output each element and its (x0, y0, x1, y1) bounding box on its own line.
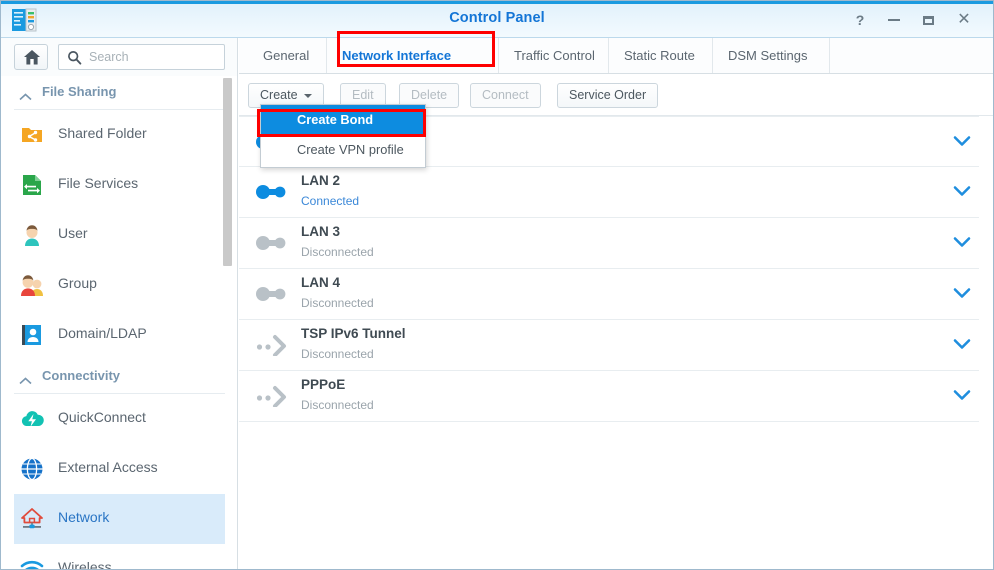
table-row[interactable]: PPPoE Disconnected (239, 371, 979, 422)
tab-network-interface[interactable]: Network Interface (326, 38, 466, 73)
user-icon (19, 222, 45, 248)
sidebar-section-label: Connectivity (42, 368, 121, 383)
search-input[interactable] (87, 45, 217, 69)
connect-button[interactable]: Connect (470, 83, 541, 108)
home-button[interactable] (14, 44, 48, 70)
chevron-up-icon (19, 372, 32, 385)
lan-disconnected-icon (255, 283, 293, 305)
file-services-icon (19, 172, 45, 198)
tab-dsm-settings[interactable]: DSM Settings (712, 38, 822, 73)
quickconnect-icon (19, 406, 45, 432)
create-button-label: Create (260, 88, 298, 102)
tab-traffic-control[interactable]: Traffic Control (498, 38, 610, 73)
domain-ldap-icon (19, 322, 45, 348)
chevron-down-icon[interactable] (953, 337, 971, 349)
search-icon (67, 50, 82, 65)
table-row[interactable]: LAN 2 Connected (239, 167, 979, 218)
close-button[interactable]: ✕ (953, 10, 975, 30)
tab-divider (829, 38, 830, 73)
chevron-down-icon[interactable] (953, 134, 971, 146)
network-icon (19, 506, 45, 532)
title-bar-accent (1, 1, 993, 4)
lan-connected-icon (255, 181, 293, 203)
sidebar-scroll-area: File Sharing Shared Folder File Services… (1, 76, 237, 569)
sidebar-item-user[interactable]: User (14, 210, 225, 260)
sidebar-item-group[interactable]: Group (14, 260, 225, 310)
sidebar-section-label: File Sharing (42, 84, 117, 99)
tab-static-route[interactable]: Static Route (608, 38, 710, 73)
sidebar-item-external-access[interactable]: External Access (14, 444, 225, 494)
sidebar: File Sharing Shared Folder (1, 38, 238, 569)
chevron-down-icon (303, 93, 312, 98)
interface-status: Disconnected (301, 347, 374, 361)
sidebar-search-bar (1, 38, 237, 76)
pppoe-icon (255, 385, 293, 408)
sidebar-item-label: External Access (58, 459, 158, 475)
sidebar-section-connectivity[interactable]: Connectivity (14, 360, 225, 394)
chevron-down-icon[interactable] (953, 184, 971, 196)
sidebar-item-shared-folder[interactable]: Shared Folder (14, 110, 225, 160)
group-icon (19, 272, 45, 298)
tab-bar: General Network Interface Traffic Contro… (239, 38, 993, 82)
create-dropdown-menu: Create Bond Create VPN profile (260, 104, 426, 168)
sidebar-item-label: Domain/LDAP (58, 325, 147, 341)
tab-general[interactable]: General (248, 38, 324, 73)
table-row[interactable]: TSP IPv6 Tunnel Disconnected (239, 320, 979, 371)
menu-item-create-bond[interactable]: Create Bond (261, 105, 425, 135)
external-access-icon (19, 456, 45, 482)
wireless-icon (19, 556, 45, 569)
chevron-down-icon[interactable] (953, 235, 971, 247)
sidebar-item-wireless[interactable]: Wireless (14, 544, 225, 569)
interface-name: LAN 2 (301, 173, 341, 188)
control-panel-window: Control Panel ? ✕ Search File Sharing Sh… (0, 0, 994, 570)
sidebar-item-label: Network (58, 509, 110, 525)
interface-status: Disconnected (301, 245, 374, 259)
sidebar-scrollbar-thumb[interactable] (223, 78, 232, 266)
sidebar-item-label: Group (58, 275, 97, 291)
help-button[interactable]: ? (849, 10, 871, 30)
service-order-button[interactable]: Service Order (557, 83, 659, 108)
tunnel-icon (255, 334, 293, 357)
sidebar-item-label: File Services (58, 175, 139, 191)
search-box[interactable] (58, 44, 225, 70)
chevron-up-icon (19, 88, 32, 101)
sidebar-item-label: Wireless (58, 559, 112, 569)
sidebar-item-quickconnect[interactable]: QuickConnect (14, 394, 225, 444)
sidebar-item-label: User (58, 225, 88, 241)
sidebar-item-domain-ldap[interactable]: Domain/LDAP (14, 310, 225, 360)
minimize-button[interactable] (883, 10, 905, 30)
interface-name: LAN 3 (301, 224, 341, 239)
sidebar-item-file-services[interactable]: File Services (14, 160, 225, 210)
maximize-button[interactable] (917, 10, 939, 30)
menu-item-create-vpn-profile[interactable]: Create VPN profile (261, 135, 425, 165)
lan-disconnected-icon (255, 232, 293, 254)
sidebar-item-label: Shared Folder (58, 125, 147, 141)
interface-name: PPPoE (301, 377, 346, 392)
shared-folder-icon (19, 122, 45, 148)
interface-name: TSP IPv6 Tunnel (301, 326, 406, 341)
window-title: Control Panel (449, 10, 545, 26)
interface-status: Disconnected (301, 398, 374, 412)
title-bar: Control Panel ? ✕ (1, 1, 993, 38)
network-interface-list: LAN 1 Connected LAN 2 (239, 116, 993, 569)
interface-status: Disconnected (301, 296, 374, 310)
sidebar-item-network[interactable]: Network (14, 494, 225, 544)
chevron-down-icon[interactable] (953, 388, 971, 400)
table-row[interactable]: LAN 3 Disconnected (239, 218, 979, 269)
sidebar-item-label: QuickConnect (58, 409, 146, 425)
interface-name: LAN 4 (301, 275, 341, 290)
interface-status: Connected (301, 194, 360, 208)
chevron-down-icon[interactable] (953, 286, 971, 298)
sidebar-section-file-sharing[interactable]: File Sharing (14, 76, 225, 110)
table-row[interactable]: LAN 4 Disconnected (239, 269, 979, 320)
home-icon (23, 49, 41, 66)
